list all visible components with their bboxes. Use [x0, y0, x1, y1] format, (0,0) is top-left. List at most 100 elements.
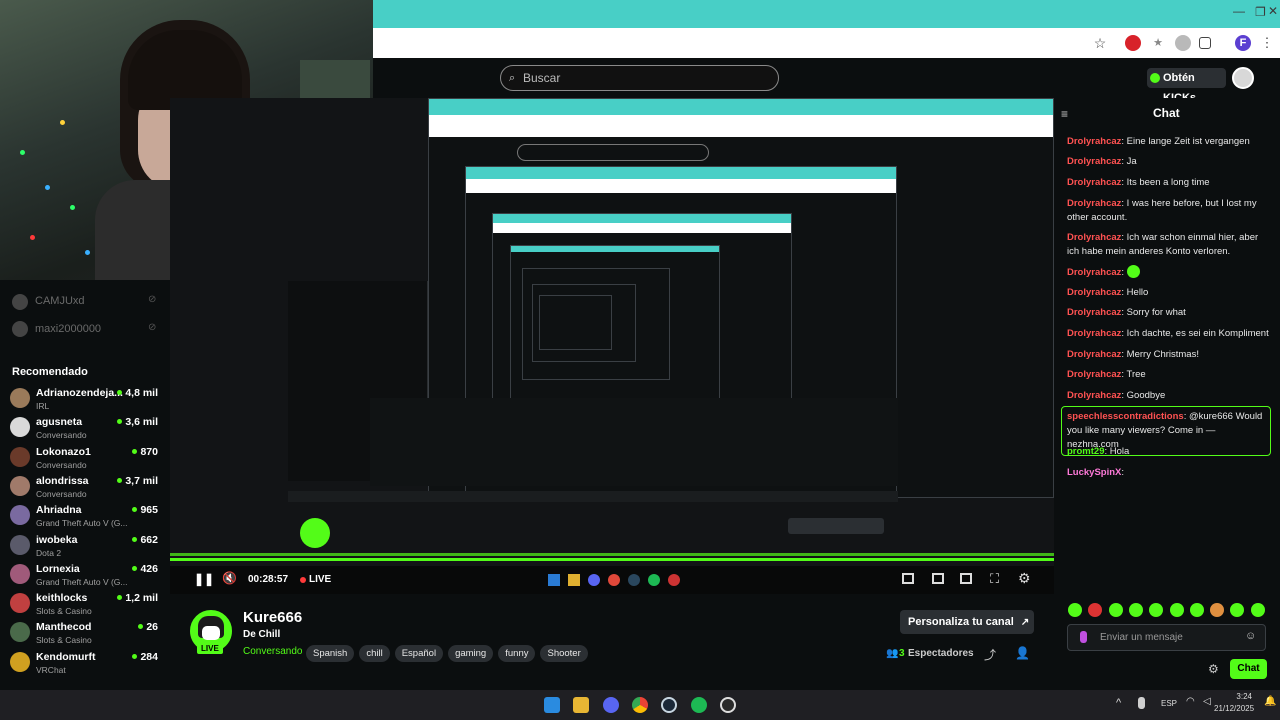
extension-icon[interactable] [1125, 35, 1141, 51]
chat-username[interactable]: promt29 [1067, 446, 1104, 457]
emote-icon[interactable] [1068, 603, 1082, 617]
recursive-customize-button [788, 518, 884, 534]
stream-tag[interactable]: Español [394, 645, 444, 662]
stream-tag[interactable]: Spanish [306, 645, 355, 662]
sidebar-offline-channel[interactable]: CAMJUxd [35, 295, 85, 307]
emote-icon[interactable] [1250, 603, 1265, 617]
chat-username[interactable]: Drolyrahcaz [1067, 307, 1121, 318]
spotify-icon[interactable] [691, 697, 707, 713]
browser-toolbar [373, 28, 1280, 58]
channel-name: iwobeka [36, 533, 78, 546]
chat-message: Drolyrahcaz: Eine lange Zeit ist vergang… [1067, 135, 1272, 149]
user-avatar[interactable] [1232, 67, 1254, 89]
chat-input[interactable]: Enviar un mensaje ☺ [1067, 624, 1266, 651]
tray-chevron-icon[interactable]: ^ [1116, 697, 1121, 709]
recommended-channel[interactable]: Lornexia Grand Theft Auto V (G... 426 [10, 560, 160, 589]
video-progress-bar[interactable] [170, 558, 1054, 561]
emote-icon[interactable] [1230, 603, 1245, 617]
external-link-icon: ↗ [1020, 617, 1030, 628]
picture-in-picture-icon[interactable] [902, 573, 914, 584]
customize-channel-button[interactable]: Personaliza tu canal ↗ [900, 610, 1034, 634]
discord-icon[interactable] [603, 697, 619, 713]
microphone-icon[interactable] [1080, 631, 1087, 643]
chat-username[interactable]: speechlesscontradictions [1067, 411, 1184, 422]
stream-video[interactable] [170, 98, 1054, 594]
emote-icon[interactable] [1128, 603, 1143, 617]
mute-icon[interactable]: 🔇 [222, 571, 237, 585]
emote-icon[interactable] [1088, 603, 1103, 617]
recommended-channel[interactable]: Adrianozendeja... IRL 4,8 mil [10, 384, 160, 413]
stream-tag[interactable]: funny [498, 645, 536, 662]
recommended-channel[interactable]: Ahriadna Grand Theft Auto V (G... 965 [10, 501, 160, 530]
settings-gear-icon[interactable]: ⚙ [1018, 570, 1031, 587]
extension-star-icon[interactable]: ★ [1150, 35, 1166, 51]
theater-mode-icon[interactable] [932, 573, 944, 584]
chat-username[interactable]: Drolyrahcaz [1067, 156, 1121, 167]
obs-icon[interactable] [720, 697, 736, 713]
follow-user-icon[interactable]: 👤 [1015, 646, 1030, 660]
bookmark-star-icon[interactable]: ☆ [1092, 35, 1108, 51]
extension-icon[interactable] [1175, 35, 1191, 51]
stream-tag[interactable]: chill [359, 645, 390, 662]
chat-username[interactable]: Drolyrahcaz [1067, 232, 1121, 243]
minimize-icon[interactable]: — [1233, 4, 1245, 18]
cast-icon[interactable] [960, 573, 972, 584]
recommended-channel[interactable]: Kendomurft VRChat 284 [10, 648, 160, 677]
browser-menu-icon[interactable]: ⋮ [1259, 35, 1275, 51]
chat-username[interactable]: Drolyrahcaz [1067, 349, 1121, 360]
clock-date[interactable]: 21/12/2025 [1214, 704, 1254, 713]
stream-tag[interactable]: Shooter [540, 645, 588, 662]
search-input[interactable]: ⌕ Buscar [500, 65, 779, 91]
chat-username[interactable]: Drolyrahcaz [1067, 267, 1121, 278]
chat-username[interactable]: Drolyrahcaz [1067, 328, 1121, 339]
emote-icon[interactable] [1169, 603, 1184, 617]
collapse-chat-icon[interactable]: ≡ [1061, 107, 1068, 121]
microphone-tray-icon[interactable] [1138, 697, 1145, 709]
chat-username[interactable]: Drolyrahcaz [1067, 390, 1121, 401]
recommended-channel[interactable]: iwobeka Dota 2 662 [10, 531, 160, 560]
volume-icon[interactable]: ◁ [1203, 696, 1211, 707]
send-chat-button[interactable]: Chat [1230, 659, 1267, 679]
pause-icon[interactable]: ❚❚ [194, 572, 214, 586]
chrome-icon[interactable] [632, 697, 648, 713]
steam-icon[interactable] [661, 697, 677, 713]
emote-icon[interactable] [1189, 603, 1204, 617]
emote-icon[interactable] [1108, 603, 1123, 617]
notifications-icon[interactable]: 🔔 [1264, 696, 1276, 707]
profile-avatar-icon[interactable]: F [1235, 35, 1251, 51]
emote-icon[interactable] [1149, 603, 1164, 617]
windows-start-icon [548, 574, 560, 586]
stream-category[interactable]: Conversando [243, 646, 302, 657]
chat-username[interactable]: Drolyrahcaz [1067, 136, 1121, 147]
video-controls: ❚❚ 🔇 00:28:57 LIVE ⛶ ⚙ [170, 566, 1054, 594]
channel-name[interactable]: Kure666 [243, 609, 302, 626]
restore-icon[interactable]: ❐ [1255, 5, 1266, 19]
chat-settings-icon[interactable]: ⚙ [1208, 662, 1219, 676]
chat-username[interactable]: LuckySpinX [1067, 467, 1121, 478]
windows-start-icon[interactable] [544, 697, 560, 713]
emoji-icon[interactable]: ☺ [1245, 630, 1256, 642]
extensions-puzzle-icon[interactable] [1199, 37, 1211, 49]
fullscreen-icon[interactable]: ⛶ [990, 571, 999, 587]
recommended-channel[interactable]: keithlocks Slots & Casino 1,2 mil [10, 589, 160, 618]
recommended-channel[interactable]: Manthecod Slots & Casino 26 [10, 618, 160, 647]
chat-username[interactable]: Drolyrahcaz [1067, 287, 1121, 298]
language-indicator[interactable]: ESP [1161, 699, 1177, 708]
get-kicks-button[interactable]: Obtén KICKs [1147, 68, 1226, 104]
emote-icon[interactable] [1210, 603, 1225, 617]
file-explorer-icon[interactable] [573, 697, 589, 713]
steam-icon [628, 574, 640, 586]
recommended-channel[interactable]: agusneta Conversando 3,6 mil [10, 413, 160, 442]
clock-time[interactable]: 3:24 [1224, 692, 1252, 701]
stream-title: De Chill [243, 629, 281, 640]
sidebar-offline-channel[interactable]: maxi2000000 [35, 323, 101, 335]
chat-username[interactable]: Drolyrahcaz [1067, 369, 1121, 380]
window-close-icon[interactable]: ✕ [1268, 4, 1278, 18]
recommended-channel[interactable]: Lokonazo1 Conversando 870 [10, 443, 160, 472]
wifi-icon[interactable]: ◠ [1186, 696, 1195, 707]
chat-username[interactable]: Drolyrahcaz [1067, 198, 1121, 209]
recommended-channel[interactable]: alondrissa Conversando 3,7 mil [10, 472, 160, 501]
chat-username[interactable]: Drolyrahcaz [1067, 177, 1121, 188]
share-icon[interactable]: ⤴ [984, 646, 996, 663]
stream-tag[interactable]: gaming [448, 645, 494, 662]
